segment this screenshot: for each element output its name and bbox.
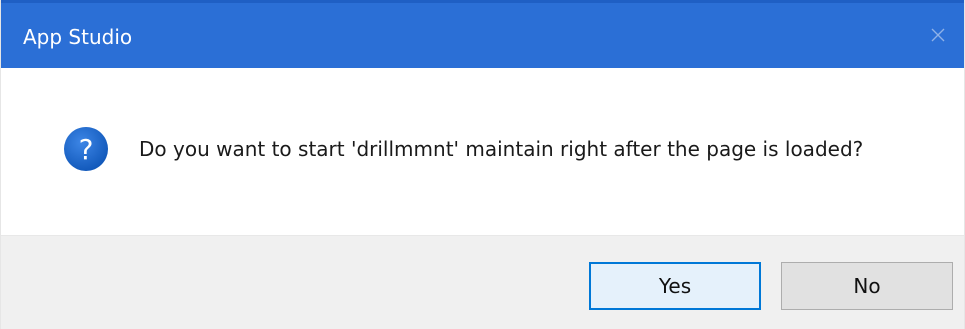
close-icon xyxy=(930,27,946,43)
svg-text:?: ? xyxy=(79,133,94,166)
dialog-content: ? Do you want to start 'drillmmnt' maint… xyxy=(1,68,964,235)
title-bar[interactable]: App Studio xyxy=(1,0,964,68)
no-button[interactable]: No xyxy=(781,262,953,310)
button-bar: Yes No xyxy=(1,235,964,329)
dialog-message: Do you want to start 'drillmmnt' maintai… xyxy=(139,137,864,161)
question-icon: ? xyxy=(63,126,109,172)
yes-button[interactable]: Yes xyxy=(589,262,761,310)
window-title: App Studio xyxy=(23,25,133,49)
close-button[interactable] xyxy=(920,17,956,53)
message-dialog: App Studio ? Do you want to start 'drill… xyxy=(0,0,965,329)
